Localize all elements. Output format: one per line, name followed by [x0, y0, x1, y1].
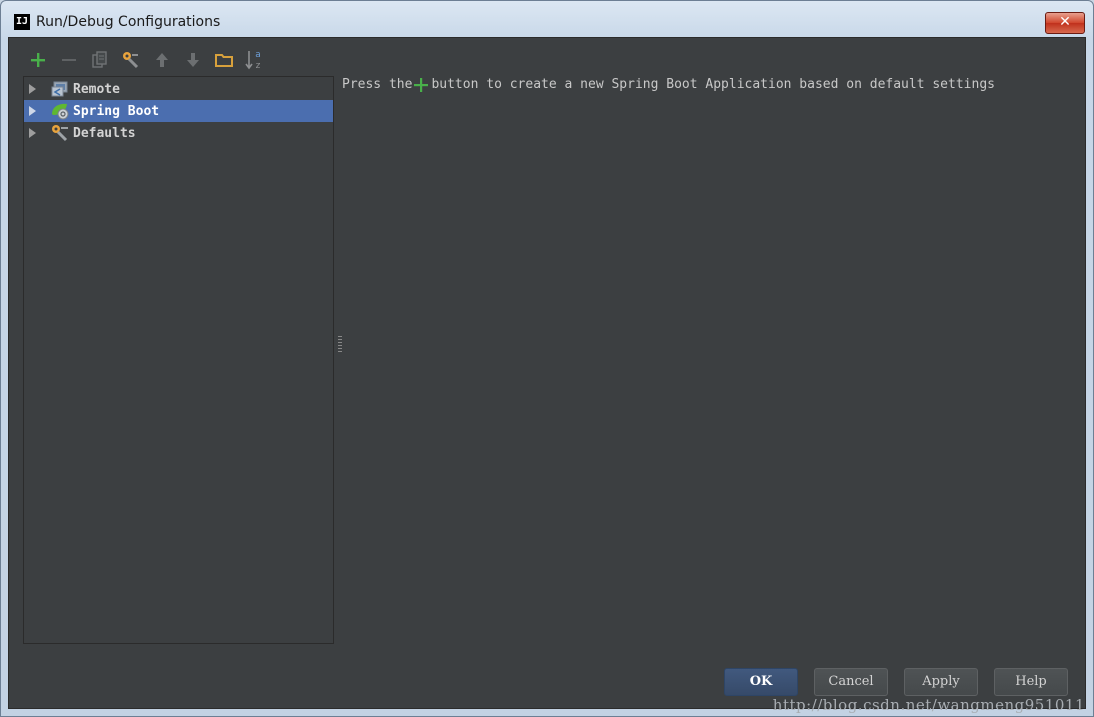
sort-az-icon: a z	[244, 50, 261, 71]
expand-arrow-icon[interactable]	[29, 84, 36, 94]
hint-prefix: Press the	[342, 77, 413, 92]
create-folder-button[interactable]	[208, 48, 239, 72]
inline-plus-icon[interactable]	[414, 77, 429, 92]
dialog-content: a z Remote Spring Boot Defaults Press th…	[8, 37, 1086, 709]
defaults-wrench-icon	[50, 124, 70, 142]
tree-item-remote[interactable]: Remote	[24, 78, 333, 100]
minus-icon	[61, 59, 76, 61]
sort-configurations-button[interactable]: a z	[239, 48, 270, 72]
folder-icon	[214, 54, 233, 67]
tree-item-label: Defaults	[73, 125, 136, 141]
intellij-app-icon: IJ	[14, 14, 30, 30]
expand-arrow-icon[interactable]	[29, 128, 36, 138]
move-up-button[interactable]	[146, 48, 177, 72]
watermark-text: http://blog.csdn.net/wangmeng951011	[772, 696, 1085, 714]
wrench-icon	[122, 52, 138, 69]
cancel-button[interactable]: Cancel	[814, 668, 888, 696]
svg-text:z: z	[255, 61, 260, 71]
remote-icon	[50, 80, 70, 98]
add-configuration-button[interactable]	[22, 48, 53, 72]
arrow-down-icon	[186, 53, 199, 67]
expand-arrow-icon[interactable]	[29, 106, 36, 116]
spring-boot-icon	[50, 102, 70, 120]
remove-configuration-button[interactable]	[53, 48, 84, 72]
empty-configuration-hint: Press the button to create a new Spring …	[342, 77, 995, 92]
move-down-button[interactable]	[177, 48, 208, 72]
plus-icon	[30, 53, 45, 67]
configurations-toolbar: a z	[22, 48, 270, 72]
run-debug-dialog: IJ Run/Debug Configurations ✕ a z Remote…	[0, 0, 1094, 717]
svg-text:a: a	[255, 50, 261, 60]
ok-button[interactable]: OK	[724, 668, 798, 696]
hint-suffix: button to create a new Spring Boot Appli…	[431, 77, 995, 92]
close-button[interactable]: ✕	[1045, 12, 1085, 34]
arrow-up-icon	[155, 53, 168, 67]
help-button[interactable]: Help	[994, 668, 1068, 696]
configurations-tree: Remote Spring Boot Defaults	[23, 76, 334, 644]
tree-item-label: Spring Boot	[73, 103, 160, 119]
window-title: Run/Debug Configurations	[36, 14, 221, 30]
tree-item-spring-boot[interactable]: Spring Boot	[24, 100, 333, 122]
tree-item-label: Remote	[73, 81, 120, 97]
apply-button[interactable]: Apply	[904, 668, 978, 696]
title-bar: IJ Run/Debug Configurations ✕	[1, 1, 1093, 37]
tree-item-defaults[interactable]: Defaults	[24, 122, 333, 144]
panel-splitter-handle[interactable]	[338, 336, 342, 352]
copy-configuration-button[interactable]	[84, 48, 115, 72]
edit-defaults-button[interactable]	[115, 48, 146, 72]
copy-icon	[91, 51, 107, 68]
